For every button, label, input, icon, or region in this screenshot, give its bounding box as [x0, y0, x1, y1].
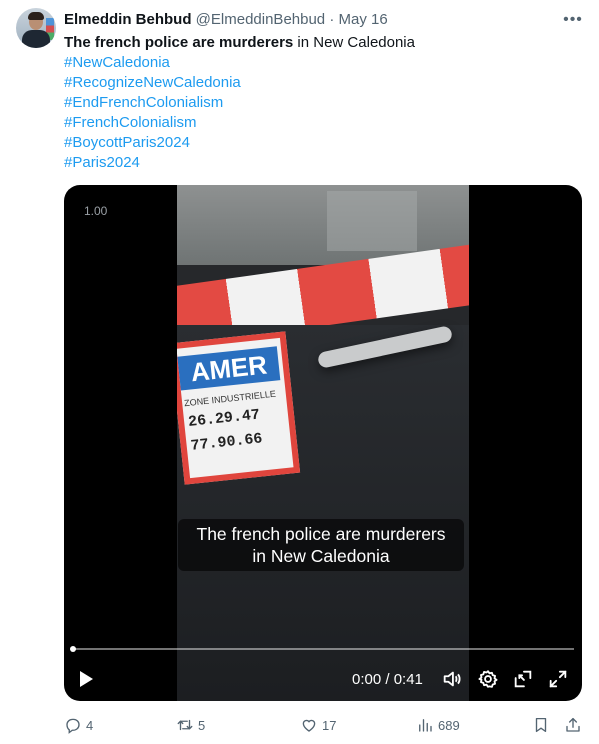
repost-icon	[177, 719, 193, 731]
avatar-body	[22, 30, 50, 48]
share-icon	[566, 717, 580, 732]
avatar-hair	[28, 12, 44, 20]
more-options-icon[interactable]: •••	[562, 10, 584, 30]
sticker-logo: AMER	[177, 346, 281, 391]
view-count: 689	[438, 717, 460, 733]
reply-icon	[66, 718, 80, 734]
hashtag-link[interactable]: #FrenchColonialism	[64, 113, 584, 133]
settings-gear-icon[interactable]	[477, 668, 499, 690]
hashtag-link[interactable]: #EndFrenchColonialism	[64, 93, 584, 113]
heart-icon	[302, 719, 316, 732]
time-display: 0:00 / 0:41	[352, 671, 423, 688]
video-caption: The french police are murderers in New C…	[178, 519, 464, 571]
hashtag-link[interactable]: #BoycottParis2024	[64, 133, 584, 153]
bookmark-icon	[535, 717, 547, 733]
fullscreen-icon[interactable]	[547, 668, 569, 690]
like-button[interactable]: 17	[300, 713, 336, 737]
hashtag-link[interactable]: #Paris2024	[64, 153, 584, 173]
tweet-main-line: The french police are murderers in New C…	[64, 33, 584, 53]
author-name[interactable]: Elmeddin Behbud	[64, 11, 192, 28]
tweet-text: The french police are murderers in New C…	[64, 33, 584, 173]
views-chart-icon	[419, 719, 432, 732]
dealer-sticker: AMER ZONE INDUSTRIELLE 26.29.47 77.90.66	[177, 331, 301, 485]
tweet-date[interactable]: May 16	[339, 11, 388, 28]
header-separator: ·	[329, 11, 335, 28]
video-frame[interactable]: AMER ZONE INDUSTRIELLE 26.29.47 77.90.66	[177, 185, 469, 701]
reply-count: 4	[86, 717, 94, 733]
tweet-text-rest: in New Caledonia	[293, 34, 415, 51]
views-button[interactable]: 689	[416, 713, 460, 737]
caption-line: in New Caledonia	[252, 546, 390, 566]
share-button[interactable]	[564, 713, 582, 737]
repost-button[interactable]: 5	[176, 713, 205, 737]
playback-rate: 1.00	[84, 204, 108, 218]
author-handle[interactable]: @ElmeddinBehbud	[196, 11, 325, 28]
progress-knob[interactable]	[70, 646, 76, 652]
progress-bar[interactable]	[70, 646, 574, 652]
video-player[interactable]: 1.00 AMER ZONE INDUSTRIELLE 26.29.47 77.…	[64, 185, 582, 701]
caption-line: The french police are murderers	[196, 524, 446, 544]
window-reflection	[327, 191, 417, 251]
picture-in-picture-icon[interactable]	[512, 668, 534, 690]
tweet-bold-text: The french police are murderers	[64, 34, 294, 51]
sticker-phone: 77.90.66	[189, 430, 264, 455]
volume-icon[interactable]	[441, 668, 463, 690]
play-icon[interactable]	[80, 671, 93, 687]
hashtag-link[interactable]: #RecognizeNewCaledonia	[64, 73, 584, 93]
tweet-actions: 4 5 17 689	[0, 713, 599, 737]
author-avatar[interactable]	[16, 8, 56, 48]
repost-count: 5	[198, 717, 206, 733]
like-count: 17	[322, 717, 337, 733]
bookmark-button[interactable]	[532, 713, 550, 737]
tweet-header: Elmeddin Behbud @ElmeddinBehbud · May 16	[64, 11, 388, 29]
sticker-line: ZONE INDUSTRIELLE	[183, 388, 277, 409]
hashtag-link[interactable]: #NewCaledonia	[64, 53, 584, 73]
sticker-phone: 26.29.47	[187, 406, 261, 431]
reply-button[interactable]: 4	[64, 713, 93, 737]
